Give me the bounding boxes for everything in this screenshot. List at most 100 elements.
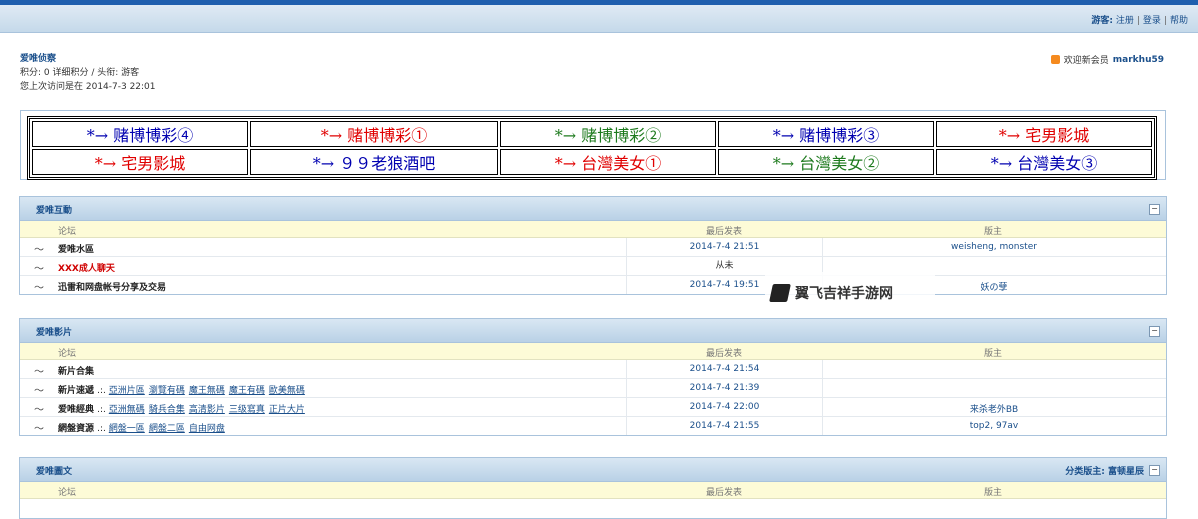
subforum-link[interactable]: 網盤二區 xyxy=(149,424,185,434)
subforum-list: .:. 亞洲無碼 騎兵合集 高清影片 三级寫真 正片大片 xyxy=(97,405,305,415)
ad-link[interactable]: *→ 赌博博彩③ xyxy=(718,121,934,147)
subforum-link[interactable]: 魔王有碼 xyxy=(229,386,265,396)
forum-name[interactable]: 爱唯經典 xyxy=(58,405,94,415)
forum-status-icon: 〜 xyxy=(34,245,44,256)
ad-link[interactable]: *→ 宅男影城 xyxy=(32,149,248,175)
ad-link[interactable]: *→ 台灣美女③ xyxy=(936,149,1152,175)
moderator-link[interactable]: 来杀老外BB xyxy=(822,402,1166,415)
moderator-link[interactable]: weisheng, monster xyxy=(822,242,1166,252)
forum-name[interactable]: 新片速遞 xyxy=(58,386,94,396)
subforum-link[interactable]: 亞洲片區 xyxy=(109,386,145,396)
forum-row: 〜 XXX成人聊天 从未 xyxy=(20,257,1166,276)
user-links: 游客: 注册 | 登录 | 帮助 xyxy=(1091,13,1188,26)
subforum-link[interactable]: 自由网盘 xyxy=(189,424,225,434)
forum-row: 〜 迅雷和网盘帐号分享及交易 2014-7-4 19:51 妖の孽 xyxy=(20,276,1166,294)
subforum-link[interactable]: 歐美無碼 xyxy=(269,386,305,396)
ad-link[interactable]: *→ ９９老狼酒吧 xyxy=(250,149,498,175)
ad-row: *→ 赌博博彩④ *→ 赌博博彩① *→ 赌博博彩② *→ 赌博博彩③ *→ 宅… xyxy=(32,121,1152,147)
section-title[interactable]: 爱唯影片 xyxy=(36,325,72,338)
col-moderator: 版主 xyxy=(984,349,1003,359)
ad-label[interactable]: *→ 赌博博彩④ xyxy=(87,126,194,145)
rss-icon[interactable] xyxy=(1050,55,1060,64)
profile-name[interactable]: 爱唯侦察 xyxy=(20,52,156,66)
welcome-new-member: 欢迎新会员 markhu59 xyxy=(1050,53,1164,66)
section-header: 爱唯互動 − xyxy=(20,197,1166,221)
forum-name[interactable]: 網盤資源 xyxy=(58,424,94,434)
ad-label[interactable]: *→ 台灣美女② xyxy=(773,154,880,173)
forum-link[interactable]: 迅雷和网盘帐号分享及交易 xyxy=(58,280,166,293)
subforum-link[interactable]: 魔王無碼 xyxy=(189,386,225,396)
separator: | xyxy=(1136,16,1140,26)
subforum-list: .:. 網盤一區 網盤二區 自由网盘 xyxy=(97,424,225,434)
ad-banner-box: *→ 赌博博彩④ *→ 赌博博彩① *→ 赌博博彩② *→ 赌博博彩③ *→ 宅… xyxy=(20,110,1166,180)
collapse-icon[interactable]: − xyxy=(1149,465,1160,476)
forum-section-videos: 爱唯影片 − 论坛 最后发表 版主 〜 新片合集 2014-7-4 21:54 … xyxy=(19,318,1167,436)
ad-link[interactable]: *→ 赌博博彩④ xyxy=(32,121,248,147)
subforum-link[interactable]: 正片大片 xyxy=(269,405,305,415)
forum-row: 〜 爱唯水區 2014-7-4 21:51 weisheng, monster xyxy=(20,238,1166,257)
collapse-icon[interactable]: − xyxy=(1149,204,1160,215)
ad-link[interactable]: *→ 台灣美女② xyxy=(718,149,934,175)
section-title[interactable]: 爱唯互動 xyxy=(36,203,72,216)
col-last-post: 最后发表 xyxy=(706,349,743,359)
last-post-time[interactable]: 2014-7-4 21:54 xyxy=(626,360,823,378)
subforum-link[interactable]: 騎兵合集 xyxy=(149,405,185,415)
ad-link[interactable]: *→ 宅男影城 xyxy=(936,121,1152,147)
watermark-text: 翼飞吉祥手游网 xyxy=(795,286,893,302)
points-line: 积分: 0 详细积分 / 头衔: 游客 xyxy=(20,68,140,78)
ad-label[interactable]: *→ 赌博博彩② xyxy=(555,126,662,145)
subforum-prefix: .:. xyxy=(97,424,106,434)
subforum-link[interactable]: 三级寫真 xyxy=(229,405,265,415)
forum-link[interactable]: 爱唯水區 xyxy=(58,242,94,255)
collapse-icon[interactable]: − xyxy=(1149,326,1160,337)
forum-link[interactable]: XXX成人聊天 xyxy=(58,261,115,274)
ad-link[interactable]: *→ 台灣美女① xyxy=(500,149,716,175)
ad-label[interactable]: *→ 宅男影城 xyxy=(95,154,186,173)
ad-label[interactable]: *→ 台灣美女① xyxy=(555,154,662,173)
help-link[interactable]: 帮助 xyxy=(1170,16,1188,26)
section-header: 爱唯圖文 分类版主: 富顿星辰 − xyxy=(20,458,1166,482)
register-link[interactable]: 注册 xyxy=(1116,16,1134,26)
last-post-time[interactable]: 2014-7-4 21:51 xyxy=(626,238,823,256)
watermark-overlay: 翼飞吉祥手游网 xyxy=(765,272,935,314)
new-member-link[interactable]: markhu59 xyxy=(1113,55,1164,65)
forum-link[interactable]: 新片合集 xyxy=(58,364,94,377)
section-header: 爱唯影片 − xyxy=(20,319,1166,343)
section-title[interactable]: 爱唯圖文 xyxy=(36,464,72,477)
category-moderators[interactable]: 分类版主: 富顿星辰 xyxy=(1065,464,1144,477)
subforum-link[interactable]: 亞洲無碼 xyxy=(109,405,145,415)
ad-link[interactable]: *→ 赌博博彩① xyxy=(250,121,498,147)
ad-label[interactable]: *→ 台灣美女③ xyxy=(991,154,1098,173)
forum-row: 〜 新片合集 2014-7-4 21:54 xyxy=(20,360,1166,379)
forum-status-icon: 〜 xyxy=(34,283,44,294)
forum-row: 〜 網盤資源 .:. 網盤一區 網盤二區 自由网盘 2014-7-4 21:55 t… xyxy=(20,417,1166,435)
user-bar: 游客: 注册 | 登录 | 帮助 xyxy=(0,5,1198,33)
subforum-link[interactable]: 瀏覽有碼 xyxy=(149,386,185,396)
moderator-link[interactable]: top2, 97av xyxy=(822,421,1166,431)
ad-table: *→ 赌博博彩④ *→ 赌博博彩① *→ 赌博博彩② *→ 赌博博彩③ *→ 宅… xyxy=(27,116,1157,180)
col-last-post: 最后发表 xyxy=(706,488,743,498)
ad-label[interactable]: *→ 宅男影城 xyxy=(999,126,1090,145)
ad-label[interactable]: *→ 赌博博彩③ xyxy=(773,126,880,145)
forum-status-icon: 〜 xyxy=(34,405,44,416)
forum-link[interactable]: 爱唯經典 .:. 亞洲無碼 騎兵合集 高清影片 三级寫真 正片大片 xyxy=(58,402,305,415)
col-moderator: 版主 xyxy=(984,227,1003,237)
last-post-time[interactable]: 2014-7-4 21:39 xyxy=(626,379,823,397)
subforum-link[interactable]: 網盤一區 xyxy=(109,424,145,434)
column-header: 论坛 最后发表 版主 xyxy=(20,221,1166,238)
forum-status-icon: 〜 xyxy=(34,386,44,397)
separator: | xyxy=(1163,16,1167,26)
subforum-link[interactable]: 高清影片 xyxy=(189,405,225,415)
forum-row: 〜 新片速遞 .:. 亞洲片區 瀏覽有碼 魔王無碼 魔王有碼 歐美無碼 2014-7-4… xyxy=(20,379,1166,398)
last-post-time[interactable]: 2014-7-4 22:00 xyxy=(626,398,823,416)
forum-link[interactable]: 網盤資源 .:. 網盤一區 網盤二區 自由网盘 xyxy=(58,421,225,434)
forum-status-icon: 〜 xyxy=(34,367,44,378)
forum-link[interactable]: 新片速遞 .:. 亞洲片區 瀏覽有碼 魔王無碼 魔王有碼 歐美無碼 xyxy=(58,383,305,396)
forum-row: 〜 爱唯經典 .:. 亞洲無碼 騎兵合集 高清影片 三级寫真 正片大片 2014-7-4… xyxy=(20,398,1166,417)
guest-label: 游客: xyxy=(1091,16,1113,26)
ad-label[interactable]: *→ ９９老狼酒吧 xyxy=(313,154,436,173)
ad-label[interactable]: *→ 赌博博彩① xyxy=(321,126,428,145)
login-link[interactable]: 登录 xyxy=(1143,16,1161,26)
ad-link[interactable]: *→ 赌博博彩② xyxy=(500,121,716,147)
last-post-time[interactable]: 2014-7-4 21:55 xyxy=(626,417,823,435)
